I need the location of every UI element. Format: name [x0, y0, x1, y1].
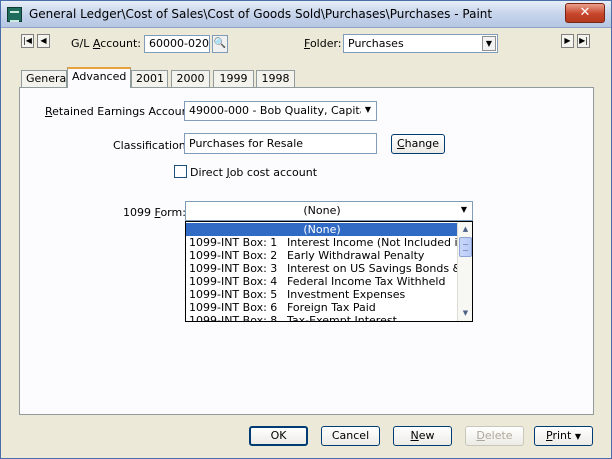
dropdown-option[interactable]: 1099-INT Box: 3 Interest on US Savings B… [186, 262, 458, 275]
tab-2000[interactable]: 2000 [171, 70, 210, 87]
gl-account-lookup-button[interactable]: 🔍 [212, 35, 228, 53]
chevron-down-icon[interactable]: ▼ [361, 103, 375, 118]
window-title: General Ledger\Cost of Sales\Cost of Goo… [29, 7, 493, 21]
print-button[interactable]: Print ▼ [534, 426, 593, 446]
chevron-down-icon: ▼ [574, 432, 581, 441]
dropdown-scrollbar[interactable]: ▲ ▼ [457, 222, 472, 321]
ok-button[interactable]: OK [249, 426, 308, 446]
tab-1999[interactable]: 1999 [213, 70, 254, 87]
folder-label: Folder: [304, 37, 342, 50]
chevron-down-icon[interactable]: ▼ [457, 203, 471, 218]
gl-account-window: General Ledger\Cost of Sales\Cost of Goo… [0, 0, 612, 459]
tab-1998[interactable]: 1998 [256, 70, 295, 87]
chevron-down-icon[interactable]: ▼ [482, 36, 496, 51]
direct-job-label: Direct Job cost account [190, 166, 318, 179]
tab-2001[interactable]: 2001 [131, 70, 168, 87]
app-icon [7, 7, 22, 22]
dropdown-option[interactable]: 1099-INT Box: 6 Foreign Tax Paid [186, 301, 458, 314]
form-1099-dropdown-list[interactable]: (None) 1099-INT Box: 1 Interest Income (… [185, 221, 473, 322]
new-button[interactable]: New [393, 426, 452, 446]
retained-earnings-label: Retained Earnings Account: [45, 105, 197, 118]
classification-label: Classification: [113, 139, 190, 152]
form-1099-select[interactable]: (None) ▼ [185, 201, 473, 221]
first-record-button[interactable]: |◀ [21, 34, 34, 48]
last-record-button[interactable]: ▶| [577, 34, 590, 48]
dropdown-option[interactable]: 1099-INT Box: 8 Tax-Exempt Interest [186, 314, 458, 321]
tab-general[interactable]: General [21, 70, 69, 87]
direct-job-checkbox[interactable] [174, 165, 187, 178]
change-button[interactable]: Change [391, 134, 445, 154]
folder-select[interactable]: Purchases ▼ [343, 34, 498, 53]
scroll-up-icon[interactable]: ▲ [459, 223, 472, 236]
magnifier-icon: 🔍 [213, 38, 227, 49]
tab-advanced[interactable]: Advanced [67, 67, 131, 88]
classification-input[interactable]: Purchases for Resale [184, 133, 377, 154]
previous-record-button[interactable]: ◀ [37, 34, 50, 48]
folder-value: Purchases [348, 37, 404, 50]
retained-earnings-select[interactable]: 49000-000 - Bob Quality, Capital ▼ [184, 101, 377, 121]
retained-earnings-value: 49000-000 - Bob Quality, Capital [189, 104, 370, 117]
form-1099-value: (None) [303, 204, 341, 217]
scroll-down-icon[interactable]: ▼ [459, 307, 472, 320]
cancel-button[interactable]: Cancel [321, 426, 380, 446]
gl-account-input[interactable]: 60000-020 [144, 35, 210, 53]
gl-account-label: G/L Account: [71, 37, 141, 50]
dropdown-option[interactable]: 1099-INT Box: 5 Investment Expenses [186, 288, 458, 301]
dropdown-option[interactable]: 1099-INT Box: 2 Early Withdrawal Penalty [186, 249, 458, 262]
delete-button[interactable]: Delete [465, 426, 524, 446]
dropdown-option[interactable]: 1099-INT Box: 1 Interest Income (Not Inc… [186, 236, 458, 249]
scroll-thumb[interactable] [459, 237, 472, 257]
dropdown-option[interactable]: 1099-INT Box: 4 Federal Income Tax Withh… [186, 275, 458, 288]
form-1099-label: 1099 Form: [123, 206, 186, 219]
title-bar[interactable]: General Ledger\Cost of Sales\Cost of Goo… [1, 1, 611, 28]
close-button[interactable]: ✕ [565, 3, 605, 23]
next-record-button[interactable]: ▶ [561, 34, 574, 48]
dropdown-option[interactable]: (None) [186, 223, 458, 236]
